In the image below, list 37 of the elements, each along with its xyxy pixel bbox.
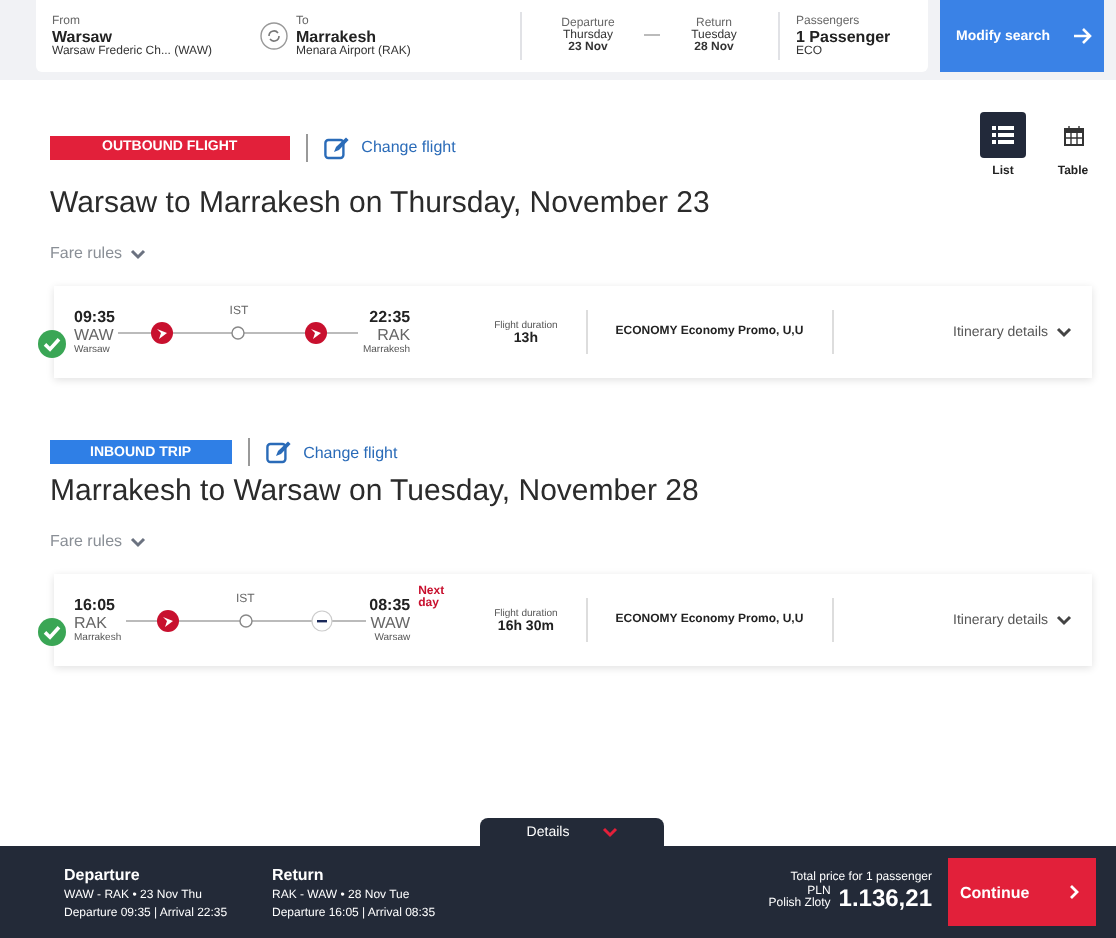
departure-code: WAW bbox=[74, 326, 114, 344]
from-city: Warsaw bbox=[52, 27, 114, 45]
list-icon bbox=[992, 126, 1014, 144]
airline-logo-icon bbox=[304, 322, 327, 344]
flight-heading: Marrakesh to Warsaw on Tuesday, November 28 bbox=[50, 474, 701, 508]
departure-code: RAK bbox=[74, 614, 107, 632]
calendar-icon bbox=[1063, 125, 1083, 145]
dash-icon bbox=[644, 34, 660, 38]
stopover-icon bbox=[238, 614, 253, 628]
arrow-right-icon bbox=[1072, 26, 1092, 46]
stopover-icon bbox=[231, 326, 246, 340]
arrival-time: 08:35 bbox=[369, 596, 411, 614]
chevron-down-icon bbox=[130, 535, 147, 547]
chevron-down-icon bbox=[1056, 326, 1072, 338]
flight-heading: Warsaw to Marrakesh on Thursday, November 23 bbox=[50, 186, 712, 220]
to-city: Marrakesh bbox=[296, 27, 379, 45]
total-price: 1.136,21 bbox=[838, 884, 932, 912]
arrival-code: WAW bbox=[370, 614, 411, 632]
departure-time: 16:05 bbox=[74, 596, 115, 614]
arrival-time: 22:35 bbox=[369, 308, 411, 326]
change-flight-link[interactable]: Change flight bbox=[265, 440, 398, 464]
chevron-down-icon bbox=[130, 247, 147, 259]
edit-icon bbox=[265, 440, 292, 464]
leg-title: Return bbox=[272, 865, 326, 883]
chevron-right-icon bbox=[1068, 884, 1080, 900]
edit-icon bbox=[323, 135, 350, 159]
swap-icon[interactable] bbox=[260, 22, 288, 50]
airline-logo-icon bbox=[157, 610, 180, 632]
airline-logo-icon bbox=[151, 322, 174, 344]
departure-time: 09:35 bbox=[74, 308, 115, 326]
change-flight-link[interactable]: Change flight bbox=[323, 135, 456, 159]
passenger-count: 1 Passenger bbox=[796, 27, 891, 45]
leg-title: Departure bbox=[64, 865, 142, 883]
continue-button[interactable]: Continue bbox=[948, 858, 1096, 926]
chevron-down-icon bbox=[1056, 614, 1072, 626]
arrival-code: RAK bbox=[377, 326, 411, 344]
airline-logo-icon bbox=[311, 610, 334, 632]
